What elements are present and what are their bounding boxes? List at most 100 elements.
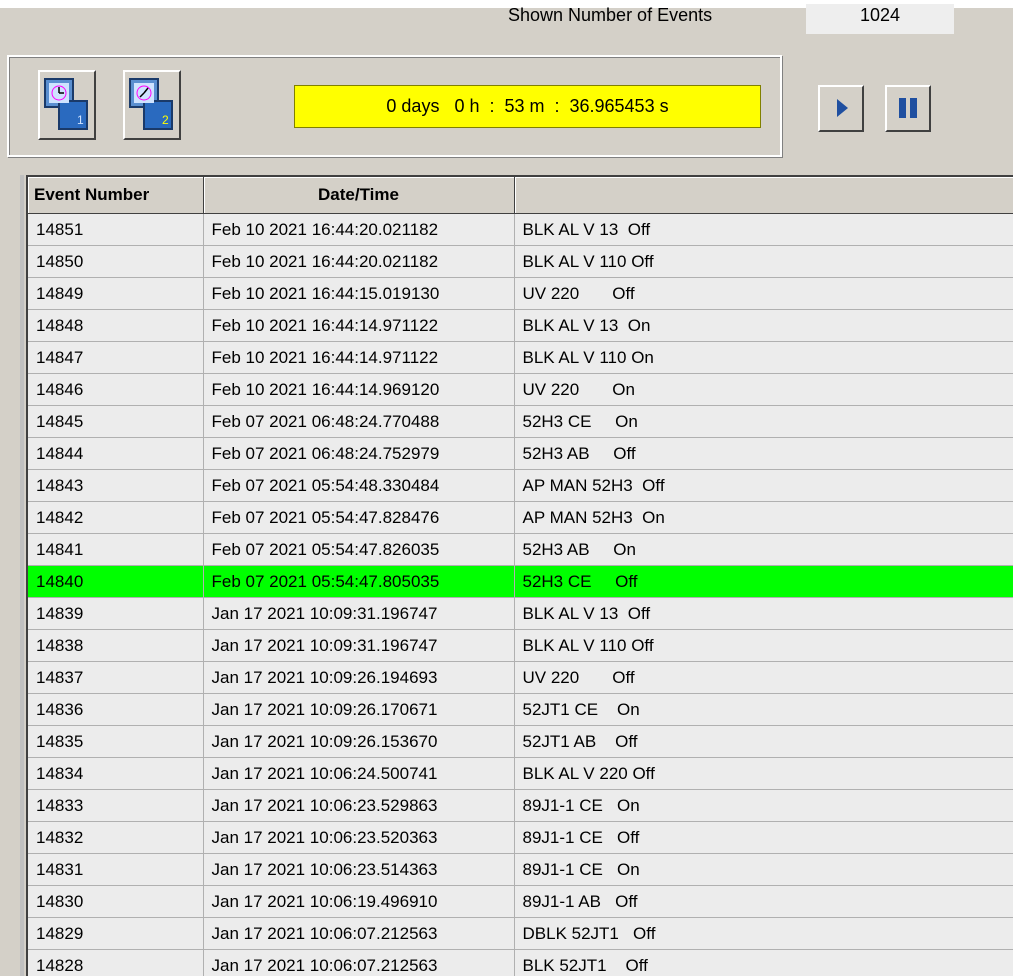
cell-description: AP MAN 52H3 On (514, 501, 1013, 534)
cell-date-time: Jan 17 2021 10:06:24.500741 (203, 757, 515, 790)
cell-event-number: 14842 (28, 501, 204, 534)
time-source-2-button[interactable]: 2 (123, 70, 181, 140)
table-row[interactable]: 14850 Feb 10 2021 16:44:20.021182 BLK AL V… (28, 245, 1013, 278)
cell-event-number: 14840 (28, 565, 204, 598)
table-row[interactable]: 14843 Feb 07 2021 05:54:48.330484 AP MAN 5… (28, 469, 1013, 502)
table-row[interactable]: 14847 Feb 10 2021 16:44:14.971122 BLK AL V… (28, 341, 1013, 374)
table-row[interactable]: 14832 Jan 17 2021 10:06:23.520363 89J1-1 C… (28, 821, 1013, 854)
cell-description: BLK AL V 220 Off (514, 757, 1013, 790)
cell-date-time: Jan 17 2021 10:06:23.520363 (203, 821, 515, 854)
cell-date-time: Jan 17 2021 10:06:07.212563 (203, 949, 515, 976)
event-table: Event Number Date/Time 14851 Feb 10 2021 … (26, 175, 1013, 976)
table-row[interactable]: 14836 Jan 17 2021 10:09:26.170671 52JT1 CE… (28, 693, 1013, 726)
cell-date-time: Jan 17 2021 10:06:19.496910 (203, 885, 515, 918)
table-row[interactable]: 14849 Feb 10 2021 16:44:15.019130 UV 220 O… (28, 277, 1013, 310)
cell-date-time: Jan 17 2021 10:06:23.529863 (203, 789, 515, 822)
cell-description: BLK AL V 13 Off (514, 597, 1013, 630)
cell-description: 52H3 AB Off (514, 437, 1013, 470)
cell-event-number: 14837 (28, 661, 204, 694)
cell-date-time: Feb 10 2021 16:44:20.021182 (203, 245, 515, 278)
cell-event-number: 14835 (28, 725, 204, 758)
table-row[interactable]: 14829 Jan 17 2021 10:06:07.212563 DBLK 52J… (28, 917, 1013, 950)
cell-event-number: 14841 (28, 533, 204, 566)
cell-description: BLK AL V 110 Off (514, 629, 1013, 662)
cell-event-number: 14844 (28, 437, 204, 470)
table-row[interactable]: 14834 Jan 17 2021 10:06:24.500741 BLK AL V… (28, 757, 1013, 790)
cell-description: 52H3 AB On (514, 533, 1013, 566)
table-row[interactable]: 14840 Feb 07 2021 05:54:47.805035 52H3 CE … (28, 565, 1013, 598)
pause-button[interactable] (885, 85, 931, 132)
cell-date-time: Feb 10 2021 16:44:15.019130 (203, 277, 515, 310)
cell-event-number: 14832 (28, 821, 204, 854)
cell-date-time: Feb 07 2021 06:48:24.752979 (203, 437, 515, 470)
table-row[interactable]: 14833 Jan 17 2021 10:06:23.529863 89J1-1 C… (28, 789, 1013, 822)
cell-event-number: 14851 (28, 213, 204, 246)
elapsed-time-display: 0 days 0 h : 53 m : 36.965453 s (294, 85, 761, 128)
cell-description: 89J1-1 CE Off (514, 821, 1013, 854)
cell-description: UV 220 Off (514, 277, 1013, 310)
cell-description: BLK AL V 110 On (514, 341, 1013, 374)
cell-date-time: Feb 10 2021 16:44:14.971122 (203, 309, 515, 342)
table-row[interactable]: 14846 Feb 10 2021 16:44:14.969120 UV 220 O… (28, 373, 1013, 406)
cell-event-number: 14839 (28, 597, 204, 630)
cell-date-time: Jan 17 2021 10:09:26.194693 (203, 661, 515, 694)
cell-event-number: 14829 (28, 917, 204, 950)
cell-date-time: Feb 10 2021 16:44:14.969120 (203, 373, 515, 406)
play-icon (837, 99, 848, 117)
svg-text:1: 1 (77, 113, 84, 127)
cell-event-number: 14836 (28, 693, 204, 726)
clock-1-icon: 1 (44, 78, 88, 130)
table-row[interactable]: 14838 Jan 17 2021 10:09:31.196747 BLK AL V… (28, 629, 1013, 662)
cell-date-time: Feb 07 2021 05:54:48.330484 (203, 469, 515, 502)
cell-event-number: 14847 (28, 341, 204, 374)
cell-date-time: Feb 10 2021 16:44:14.971122 (203, 341, 515, 374)
table-row[interactable]: 14835 Jan 17 2021 10:09:26.153670 52JT1 AB… (28, 725, 1013, 758)
table-row[interactable]: 14841 Feb 07 2021 05:54:47.826035 52H3 AB … (28, 533, 1013, 566)
cell-description: UV 220 On (514, 373, 1013, 406)
cell-event-number: 14828 (28, 949, 204, 976)
cell-description: 89J1-1 AB Off (514, 885, 1013, 918)
cell-date-time: Jan 17 2021 10:09:26.170671 (203, 693, 515, 726)
cell-date-time: Feb 07 2021 06:48:24.770488 (203, 405, 515, 438)
cell-description: BLK 52JT1 Off (514, 949, 1013, 976)
play-button[interactable] (818, 85, 864, 132)
cell-event-number: 14850 (28, 245, 204, 278)
cell-event-number: 14846 (28, 373, 204, 406)
table-row[interactable]: 14831 Jan 17 2021 10:06:23.514363 89J1-1 C… (28, 853, 1013, 886)
table-row[interactable]: 14844 Feb 07 2021 06:48:24.752979 52H3 AB … (28, 437, 1013, 470)
cell-event-number: 14845 (28, 405, 204, 438)
cell-description: 52H3 CE Off (514, 565, 1013, 598)
table-row[interactable]: 14842 Feb 07 2021 05:54:47.828476 AP MAN 5… (28, 501, 1013, 534)
table-row[interactable]: 14845 Feb 07 2021 06:48:24.770488 52H3 CE … (28, 405, 1013, 438)
column-header-date-time[interactable]: Date/Time (203, 177, 515, 214)
shown-events-value: 1024 (806, 4, 954, 34)
table-row[interactable]: 14848 Feb 10 2021 16:44:14.971122 BLK AL V… (28, 309, 1013, 342)
cell-event-number: 14838 (28, 629, 204, 662)
cell-event-number: 14848 (28, 309, 204, 342)
cell-description: 52JT1 AB Off (514, 725, 1013, 758)
table-row[interactable]: 14839 Jan 17 2021 10:09:31.196747 BLK AL V… (28, 597, 1013, 630)
time-source-1-button[interactable]: 1 (38, 70, 96, 140)
cell-event-number: 14831 (28, 853, 204, 886)
cell-description: UV 220 Off (514, 661, 1013, 694)
cell-event-number: 14833 (28, 789, 204, 822)
column-header-description[interactable] (514, 177, 1013, 214)
cell-description: BLK AL V 13 On (514, 309, 1013, 342)
shown-events-label: Shown Number of Events (508, 5, 713, 25)
cell-date-time: Feb 10 2021 16:44:20.021182 (203, 213, 515, 246)
table-row[interactable]: 14851 Feb 10 2021 16:44:20.021182 BLK AL V… (28, 213, 1013, 246)
table-header-row: Event Number Date/Time (28, 177, 1013, 214)
cell-description: 52JT1 CE On (514, 693, 1013, 726)
table-row[interactable]: 14828 Jan 17 2021 10:06:07.212563 BLK 52JT… (28, 949, 1013, 976)
cell-event-number: 14830 (28, 885, 204, 918)
cell-description: 89J1-1 CE On (514, 853, 1013, 886)
table-row[interactable]: 14830 Jan 17 2021 10:06:19.496910 89J1-1 A… (28, 885, 1013, 918)
cell-description: DBLK 52JT1 Off (514, 917, 1013, 950)
cell-description: BLK AL V 13 Off (514, 213, 1013, 246)
cell-description: BLK AL V 110 Off (514, 245, 1013, 278)
cell-date-time: Feb 07 2021 05:54:47.826035 (203, 533, 515, 566)
column-header-event-number[interactable]: Event Number (28, 177, 204, 214)
cell-description: 52H3 CE On (514, 405, 1013, 438)
cell-date-time: Feb 07 2021 05:54:47.805035 (203, 565, 515, 598)
table-row[interactable]: 14837 Jan 17 2021 10:09:26.194693 UV 220 O… (28, 661, 1013, 694)
